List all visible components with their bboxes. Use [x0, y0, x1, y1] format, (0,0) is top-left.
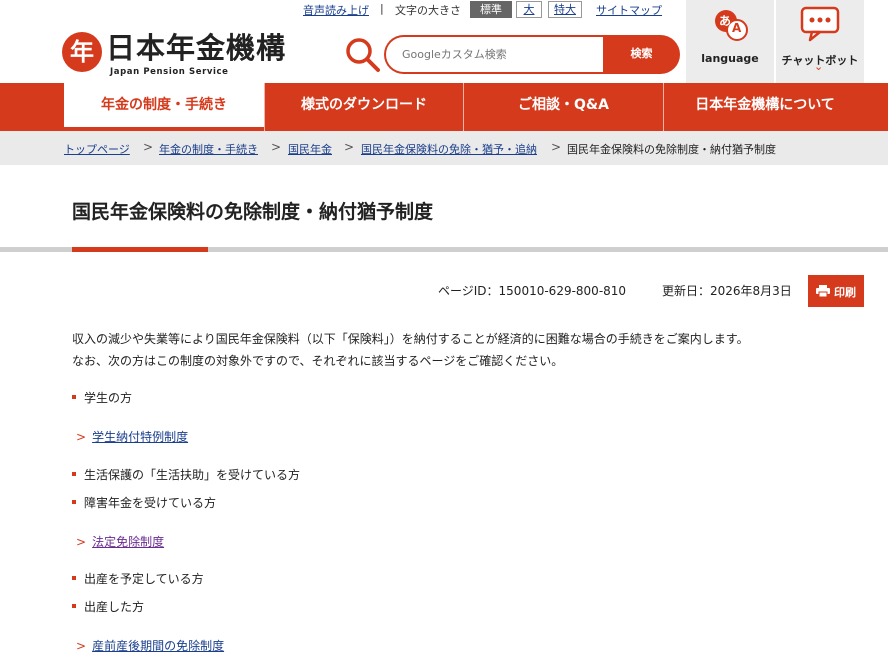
- bullet-text: 出産した方: [84, 600, 145, 614]
- bullet-icon: [72, 471, 76, 476]
- print-button[interactable]: 印刷: [808, 275, 864, 307]
- breadcrumb-link-top[interactable]: トップページ: [64, 143, 130, 156]
- search-input[interactable]: [386, 37, 604, 72]
- main-nav: 年金の制度・手続き 様式のダウンロード ご相談・Q&A 日本年金機構について: [0, 83, 888, 131]
- link-item[interactable]: > 学生納付特例制度: [76, 428, 188, 445]
- breadcrumb-item[interactable]: トップページ: [64, 141, 130, 157]
- legal-exemption-link[interactable]: 法定免除制度: [92, 535, 164, 549]
- breadcrumb-arrow-icon: >: [551, 140, 562, 154]
- bullet-text: 生活保護の「生活扶助」を受けている方: [84, 468, 301, 482]
- bullet-icon: [72, 575, 76, 580]
- logo-mark-icon: 年: [62, 32, 102, 72]
- font-size-xlarge-button[interactable]: 特大: [548, 1, 582, 18]
- logo-subtitle: Japan Pension Service: [110, 67, 229, 77]
- link-item[interactable]: > 法定免除制度: [76, 533, 164, 550]
- intro-paragraph-2: なお、次の方はこの制度の対象外ですので、それぞれに該当するページをご確認ください…: [72, 354, 564, 368]
- sitemap-link[interactable]: サイトマップ: [596, 2, 662, 18]
- search-field[interactable]: [384, 35, 604, 74]
- nav-item-download[interactable]: 様式のダウンロード: [265, 83, 463, 131]
- breadcrumb-arrow-icon: >: [143, 140, 154, 154]
- language-label: language: [701, 52, 759, 65]
- list-item: 出産を予定している方: [72, 570, 204, 587]
- bullet-icon: [72, 394, 76, 399]
- breadcrumb-arrow-icon: >: [344, 140, 355, 154]
- chevron-right-icon: >: [76, 639, 87, 653]
- utility-separator: |: [380, 2, 384, 15]
- nav-item-system[interactable]: 年金の制度・手続き: [64, 83, 264, 131]
- chevron-right-icon: >: [76, 535, 87, 549]
- nav-item-about[interactable]: 日本年金機構について: [664, 83, 866, 131]
- bullet-text: 障害年金を受けている方: [84, 496, 217, 510]
- updated-date: 更新日：2026年8月3日: [662, 284, 792, 298]
- site-logo[interactable]: 年 日本年金機構 Japan Pension Service: [62, 30, 292, 80]
- breadcrumb-item[interactable]: 国民年金保険料の免除・猶予・追納: [361, 141, 537, 157]
- font-size-standard-button[interactable]: 標準: [470, 1, 512, 18]
- breadcrumb-item[interactable]: 年金の制度・手続き: [159, 141, 258, 157]
- print-label: 印刷: [834, 287, 856, 299]
- list-item: 障害年金を受けている方: [72, 494, 216, 511]
- maternity-exemption-link[interactable]: 産前産後期間の免除制度: [92, 639, 224, 653]
- breadcrumb-arrow-icon: >: [271, 140, 282, 154]
- bullet-icon: [72, 499, 76, 504]
- intro-paragraph-1: 収入の減少や失業等により国民年金保険料（以下「保険料」）を納付することが経済的に…: [72, 332, 749, 346]
- breadcrumb-link-kokumin[interactable]: 国民年金: [288, 143, 332, 156]
- bullet-icon: [72, 603, 76, 608]
- list-item: 出産した方: [72, 598, 144, 615]
- font-size-large-button[interactable]: 大: [516, 1, 542, 18]
- search-icon: [346, 38, 380, 72]
- chat-icon: [800, 6, 840, 42]
- list-item: 生活保護の「生活扶助」を受けている方: [72, 466, 300, 483]
- page-title: 国民年金保険料の免除制度・納付猶予制度: [72, 201, 434, 223]
- breadcrumb-current: 国民年金保険料の免除制度・納付猶予制度: [567, 143, 776, 156]
- chevron-down-icon: ⌄: [814, 60, 824, 73]
- title-rule-accent: [72, 247, 208, 252]
- bullet-text: 学生の方: [84, 391, 133, 405]
- breadcrumb: トップページ > 年金の制度・手続き > 国民年金 > 国民年金保険料の免除・猶…: [0, 131, 888, 165]
- list-item: 学生の方: [72, 389, 132, 406]
- logo-name: 日本年金機構: [106, 31, 287, 65]
- language-glyph-b: A: [732, 21, 742, 35]
- sitemap-text[interactable]: サイトマップ: [596, 4, 662, 17]
- nav-item-consult[interactable]: ご相談・Q&A: [464, 83, 663, 131]
- font-size-label: 文字の大きさ: [395, 4, 461, 17]
- chatbot-button[interactable]: チャットボット ⌄: [776, 0, 864, 83]
- read-aloud-link[interactable]: 音声読み上げ: [303, 2, 369, 18]
- utility-bar: 音声読み上げ | 文字の大きさ 標準 大 特大 サイトマップ: [0, 0, 686, 20]
- language-button[interactable]: あ A language: [686, 0, 774, 83]
- bullet-text: 出産を予定している方: [84, 572, 204, 586]
- search-button[interactable]: 検索: [603, 35, 680, 74]
- chevron-right-icon: >: [76, 430, 87, 444]
- page-id: ページID：150010-629-800-810: [438, 284, 627, 298]
- read-aloud-text[interactable]: 音声読み上げ: [303, 4, 369, 17]
- language-glyph-a: あ: [719, 14, 732, 28]
- link-item[interactable]: > 産前産後期間の免除制度: [76, 637, 224, 654]
- breadcrumb-item[interactable]: 国民年金: [288, 141, 332, 157]
- breadcrumb-link-system[interactable]: 年金の制度・手続き: [159, 143, 258, 156]
- printer-icon: [816, 285, 830, 297]
- student-deferral-link[interactable]: 学生納付特例制度: [92, 430, 188, 444]
- breadcrumb-link-exemption[interactable]: 国民年金保険料の免除・猶予・追納: [361, 143, 537, 156]
